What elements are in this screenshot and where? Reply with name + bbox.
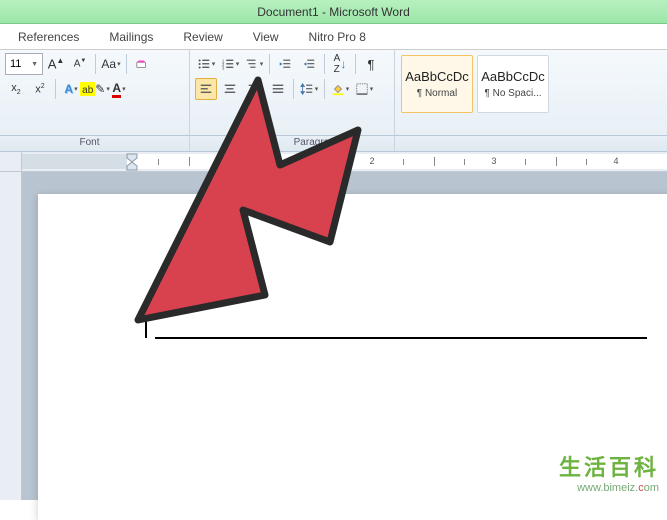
change-case-button[interactable]: Aa▾ <box>100 53 122 75</box>
separator <box>355 54 356 74</box>
style-name-label: ¶ No Spaci... <box>484 88 541 99</box>
title-bar: Document1 - Microsoft Word <box>0 0 667 24</box>
indent-icon <box>302 57 316 71</box>
ruler-number: 1 <box>247 156 252 166</box>
ruler-number: 4 <box>613 156 618 166</box>
separator <box>324 79 325 99</box>
align-left-icon <box>199 82 213 96</box>
font-size-value: 11 <box>10 58 21 70</box>
separator <box>269 54 270 74</box>
style-preview: AaBbCcDc <box>405 69 469 84</box>
shrink-font-button[interactable]: A▼ <box>69 53 91 75</box>
vertical-ruler[interactable] <box>0 172 22 500</box>
font-color-button[interactable]: A▾ <box>108 78 130 100</box>
style-name-label: ¶ Normal <box>417 88 457 99</box>
borders-button[interactable]: ▾ <box>353 78 375 100</box>
text-cursor <box>145 320 147 338</box>
font-size-combo[interactable]: 11 ▼ <box>5 53 43 75</box>
show-marks-button[interactable]: ¶ <box>360 53 382 75</box>
tab-references[interactable]: References <box>18 30 79 44</box>
ribbon-tabs: References Mailings Review View Nitro Pr… <box>0 24 667 50</box>
svg-text:3: 3 <box>222 65 225 70</box>
border-icon <box>355 82 369 96</box>
numbering-icon: 123 <box>221 57 235 71</box>
align-center-icon <box>223 82 237 96</box>
tab-review[interactable]: Review <box>183 30 222 44</box>
line-spacing-button[interactable]: ▾ <box>298 78 320 100</box>
paragraph-group: ▾ 123▾ ▾ AZ↓ ¶ <box>190 50 395 135</box>
line-spacing-icon <box>300 82 314 96</box>
style-preview: AaBbCcDc <box>481 69 545 84</box>
sort-button[interactable]: AZ↓ <box>329 53 351 75</box>
separator <box>324 54 325 74</box>
multilevel-icon <box>245 57 259 71</box>
separator <box>293 79 294 99</box>
tab-mailings[interactable]: Mailings <box>109 30 153 44</box>
separator <box>55 79 56 99</box>
superscript-button[interactable]: x2 <box>29 78 51 100</box>
clear-formatting-button[interactable] <box>131 53 153 75</box>
eraser-icon <box>135 57 149 71</box>
justify-icon <box>271 82 285 96</box>
ruler-corner <box>0 152 22 171</box>
bullets-button[interactable]: ▾ <box>195 53 217 75</box>
ruler-number: 3 <box>491 156 496 166</box>
paragraph-group-label: Paragraph <box>190 136 395 151</box>
font-group: 11 ▼ A▲ A▼ Aa▾ x2 x2 A▾ ab✎▾ A▾ <box>0 50 190 135</box>
chevron-down-icon: ▼ <box>31 61 38 68</box>
separator <box>126 54 127 74</box>
style-normal[interactable]: AaBbCcDc ¶ Normal <box>401 55 473 113</box>
align-right-icon <box>247 82 261 96</box>
horizontal-rule <box>155 337 647 339</box>
tab-nitro[interactable]: Nitro Pro 8 <box>309 30 366 44</box>
shading-button[interactable]: ▾ <box>329 78 351 100</box>
watermark-url: www.bimeiz.com <box>559 482 659 494</box>
watermark-text: 生活百科 <box>559 450 659 482</box>
increase-indent-button[interactable] <box>298 53 320 75</box>
window-title: Document1 - Microsoft Word <box>257 5 410 19</box>
align-center-button[interactable] <box>219 78 241 100</box>
indent-marker[interactable] <box>126 153 138 171</box>
text-effects-button[interactable]: A▾ <box>60 78 82 100</box>
paint-bucket-icon <box>331 82 345 96</box>
align-right-button[interactable] <box>243 78 265 100</box>
style-no-spacing[interactable]: AaBbCcDc ¶ No Spaci... <box>477 55 549 113</box>
ruler-ticks: 1 2 3 4 <box>22 154 667 169</box>
highlight-button[interactable]: ab✎▾ <box>84 78 106 100</box>
align-left-button[interactable] <box>195 78 217 100</box>
styles-gallery: AaBbCcDc ¶ Normal AaBbCcDc ¶ No Spaci... <box>395 50 667 135</box>
grow-font-button[interactable]: A▲ <box>45 53 67 75</box>
multilevel-list-button[interactable]: ▾ <box>243 53 265 75</box>
case-label: Aa <box>101 57 116 71</box>
subscript-button[interactable]: x2 <box>5 78 27 100</box>
decrease-indent-button[interactable] <box>274 53 296 75</box>
bullets-icon <box>197 57 211 71</box>
horizontal-ruler[interactable]: 1 2 3 4 <box>0 152 667 172</box>
outdent-icon <box>278 57 292 71</box>
tab-view[interactable]: View <box>253 30 279 44</box>
watermark: 生活百科 www.bimeiz.com <box>559 450 659 494</box>
numbering-button[interactable]: 123▾ <box>219 53 241 75</box>
font-group-label: Font <box>0 136 190 151</box>
justify-button[interactable] <box>267 78 289 100</box>
ruler-number: 2 <box>369 156 374 166</box>
separator <box>95 54 96 74</box>
ribbon: 11 ▼ A▲ A▼ Aa▾ x2 x2 A▾ ab✎▾ A▾ <box>0 50 667 136</box>
ribbon-group-labels: Font Paragraph <box>0 136 667 152</box>
